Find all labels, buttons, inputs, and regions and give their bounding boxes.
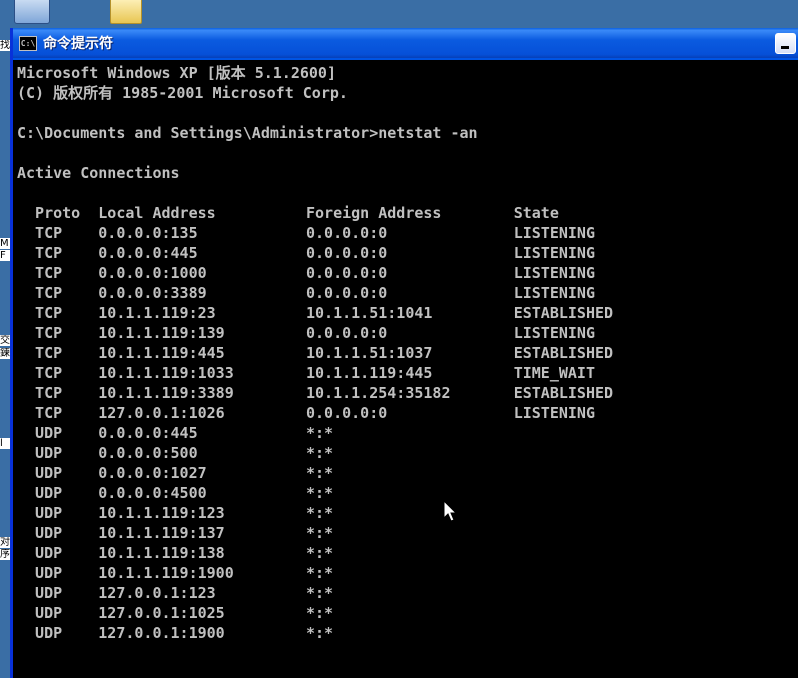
console-line: TCP 10.1.1.119:23 10.1.1.51:1041 ESTABLI… xyxy=(17,304,614,322)
console-line: TCP 10.1.1.119:3389 10.1.1.254:35182 EST… xyxy=(17,384,614,402)
console-text: Microsoft Windows XP [版本 5.1.2600] (C) 版权… xyxy=(13,60,798,643)
console-line: UDP 10.1.1.119:138 *:* xyxy=(17,544,334,562)
console-line: UDP 0.0.0.0:1027 *:* xyxy=(17,464,334,482)
console-line: UDP 0.0.0.0:500 *:* xyxy=(17,444,334,462)
console-line: UDP 10.1.1.119:137 *:* xyxy=(17,524,334,542)
console-line: Proto Local Address Foreign Address Stat… xyxy=(17,204,559,222)
console-line: UDP 127.0.0.1:1900 *:* xyxy=(17,624,334,642)
console-line: Active Connections xyxy=(17,164,180,182)
console-line: TCP 0.0.0.0:445 0.0.0.0:0 LISTENING xyxy=(17,244,595,262)
console-line: UDP 0.0.0.0:4500 *:* xyxy=(17,484,334,502)
console-output[interactable]: Microsoft Windows XP [版本 5.1.2600] (C) 版权… xyxy=(13,60,798,678)
folder-icon[interactable] xyxy=(110,0,142,24)
console-line: UDP 10.1.1.119:123 *:* xyxy=(17,504,334,522)
cmd-window[interactable]: C:\ 命令提示符 Microsoft Windows XP [版本 5.1.2… xyxy=(10,28,798,678)
console-line: (C) 版权所有 1985-2001 Microsoft Corp. xyxy=(17,84,348,102)
mouse-pointer-icon xyxy=(443,500,458,522)
console-line: Microsoft Windows XP [版本 5.1.2600] xyxy=(17,64,336,82)
minimize-icon xyxy=(781,46,789,49)
console-line: TCP 10.1.1.119:445 10.1.1.51:1037 ESTABL… xyxy=(17,344,614,362)
console-line: TCP 0.0.0.0:3389 0.0.0.0:0 LISTENING xyxy=(17,284,595,302)
console-line: C:\Documents and Settings\Administrator>… xyxy=(17,124,478,142)
console-line: TCP 0.0.0.0:135 0.0.0.0:0 LISTENING xyxy=(17,224,595,242)
console-line: UDP 127.0.0.1:123 *:* xyxy=(17,584,334,602)
minimize-button[interactable] xyxy=(775,33,796,54)
console-line: UDP 10.1.1.119:1900 *:* xyxy=(17,564,334,582)
console-icon[interactable]: C:\ xyxy=(19,35,37,51)
console-line: TCP 127.0.0.1:1026 0.0.0.0:0 LISTENING xyxy=(17,404,595,422)
console-line: TCP 10.1.1.119:139 0.0.0.0:0 LISTENING xyxy=(17,324,595,342)
console-line: UDP 127.0.0.1:1025 *:* xyxy=(17,604,334,622)
title-bar[interactable]: C:\ 命令提示符 xyxy=(13,28,798,58)
console-line: TCP 0.0.0.0:1000 0.0.0.0:0 LISTENING xyxy=(17,264,595,282)
console-line: UDP 0.0.0.0:445 *:* xyxy=(17,424,334,442)
my-computer-icon[interactable] xyxy=(14,0,50,24)
window-title: 命令提示符 xyxy=(43,36,113,52)
console-line: TCP 10.1.1.119:1033 10.1.1.119:445 TIME_… xyxy=(17,364,595,382)
